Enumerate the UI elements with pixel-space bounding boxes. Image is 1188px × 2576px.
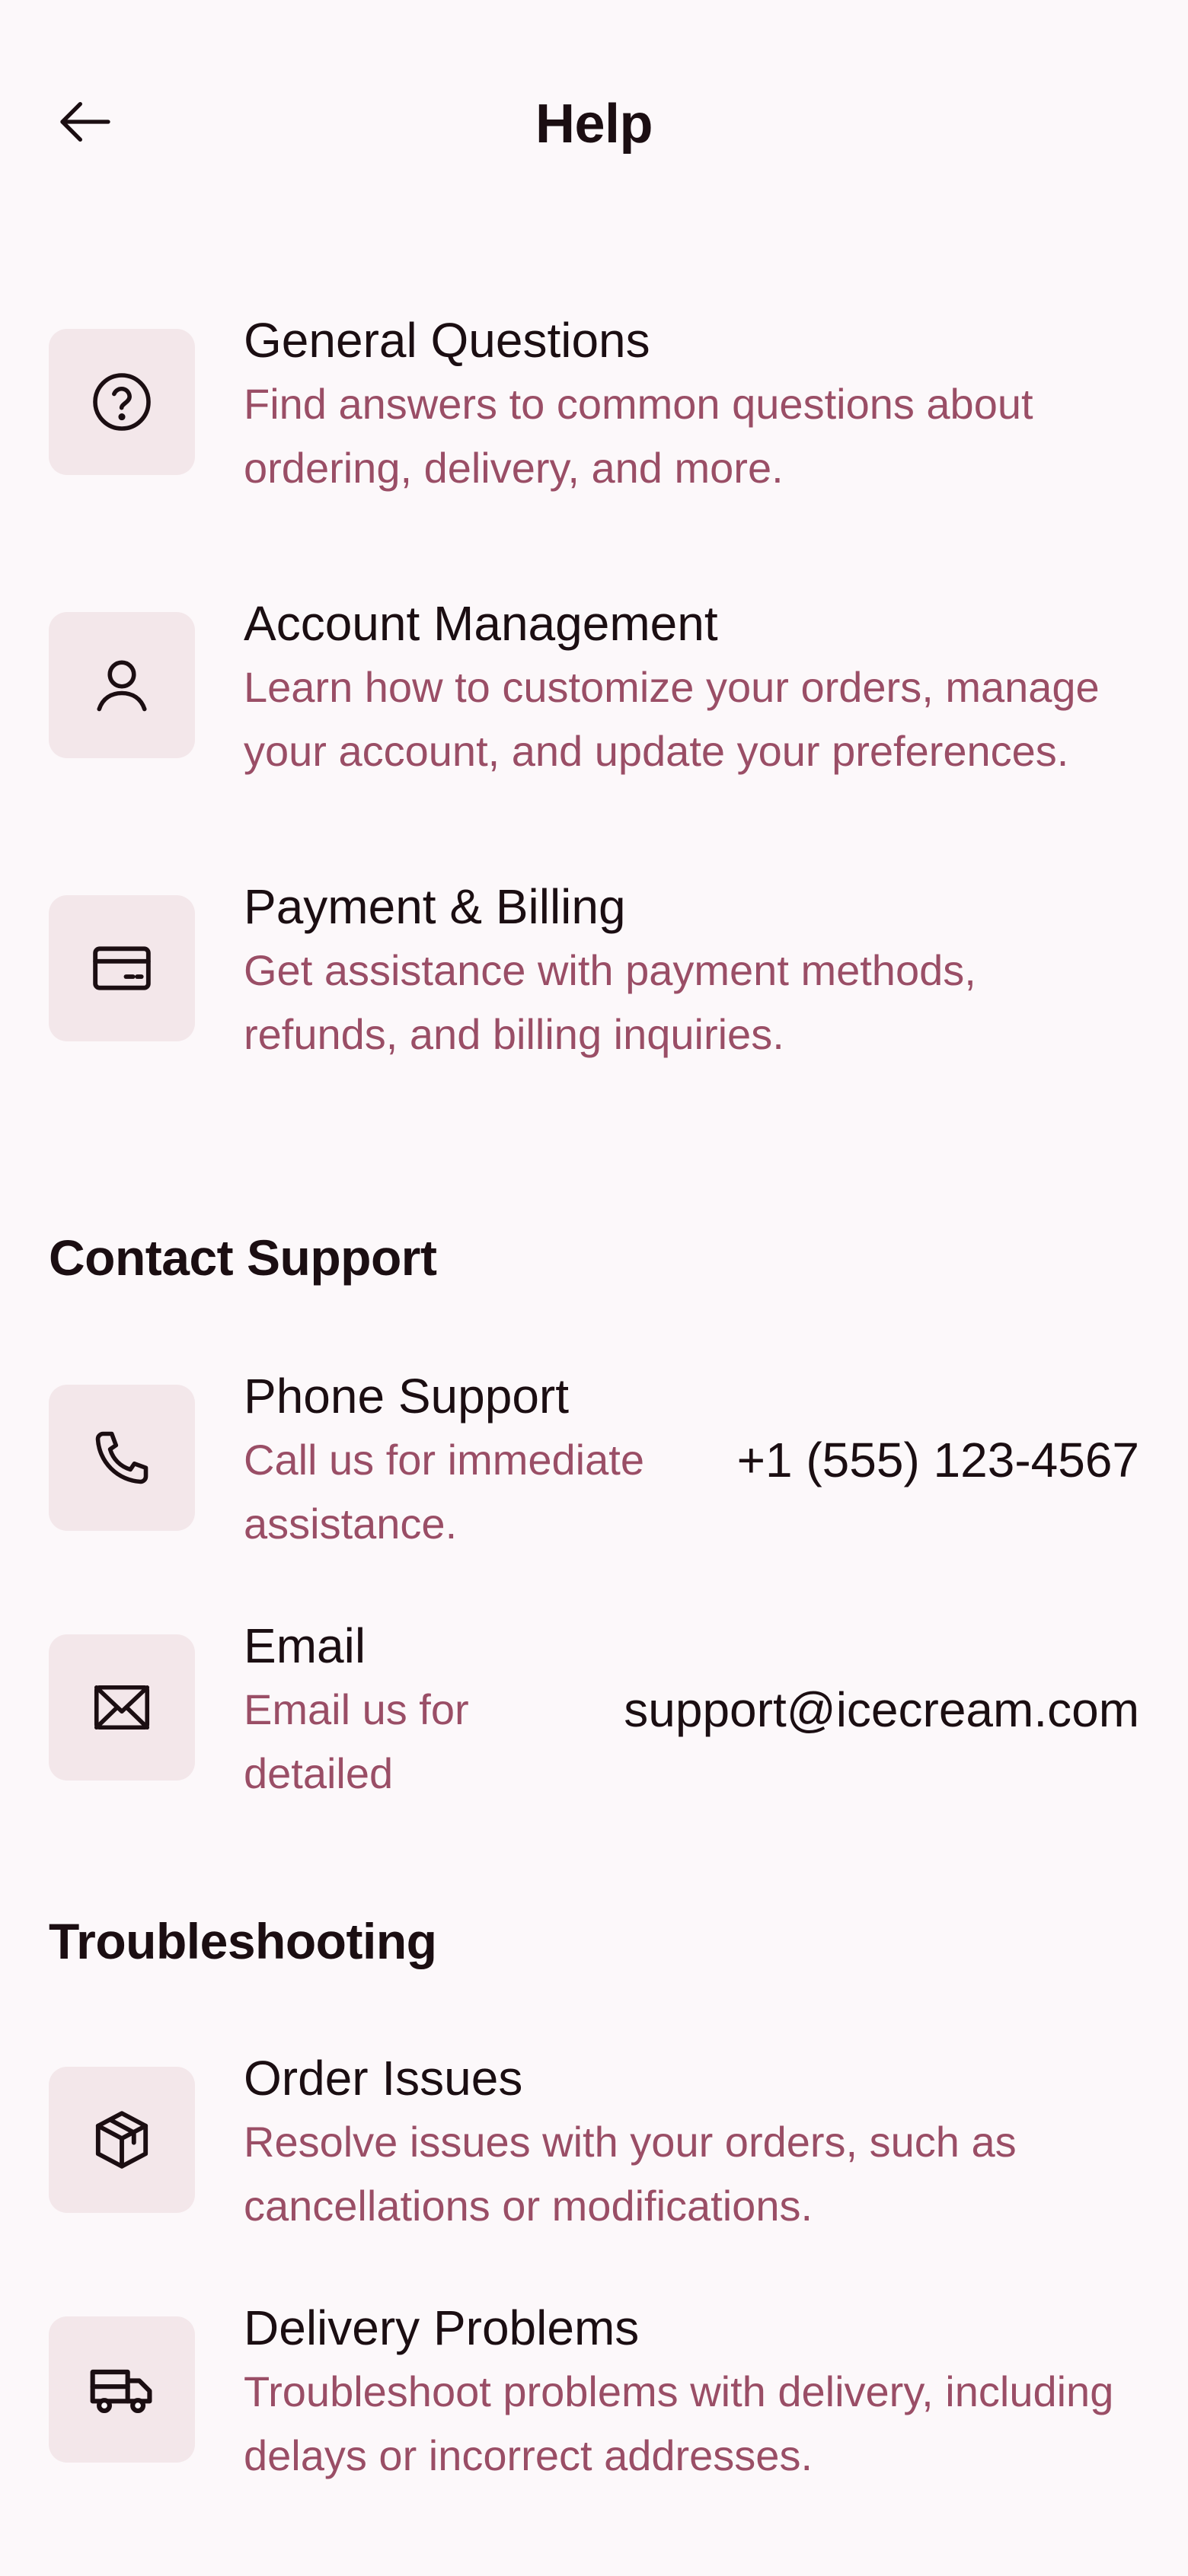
topic-description: Get assistance with payment methods, ref…	[244, 946, 976, 1058]
troubleshoot-title: Delivery Problems	[244, 2300, 640, 2355]
question-circle-icon	[90, 370, 154, 434]
help-topic-payment-billing[interactable]: Payment & Billing Get assistance with pa…	[49, 875, 1139, 1088]
top-app-bar: Help	[0, 0, 1188, 244]
icon-tile	[49, 895, 195, 1041]
troubleshoot-title: Order Issues	[244, 2051, 523, 2106]
troubleshooting-delivery-problems[interactable]: Delivery Problems Troubleshoot problems …	[49, 2296, 1139, 2509]
help-topic-account-management[interactable]: Account Management Learn how to customiz…	[49, 591, 1139, 805]
topic-title: Account Management	[244, 596, 718, 651]
phone-icon	[90, 1426, 154, 1490]
section-heading-contact-support: Contact Support	[49, 1229, 437, 1286]
icon-tile	[49, 2316, 195, 2463]
troubleshoot-description: Resolve issues with your orders, such as…	[244, 2118, 1017, 2230]
help-topic-general-questions[interactable]: General Questions Find answers to common…	[49, 308, 1139, 521]
page-title: Help	[535, 94, 653, 155]
mail-icon	[90, 1675, 154, 1739]
section-heading-troubleshooting: Troubleshooting	[49, 1913, 437, 1969]
topic-title: General Questions	[244, 313, 650, 368]
icon-tile	[49, 2067, 195, 2213]
icon-tile	[49, 329, 195, 475]
topic-title: Payment & Billing	[244, 879, 626, 934]
topic-description: Find answers to common questions about o…	[244, 380, 1033, 492]
credit-card-icon	[88, 935, 155, 1002]
icon-tile	[49, 1385, 195, 1531]
truck-icon	[87, 2354, 157, 2425]
topic-description: Learn how to customize your orders, mana…	[244, 663, 1100, 775]
user-icon	[90, 653, 154, 717]
contact-description: Email us for detailed	[244, 1685, 469, 1797]
email-address[interactable]: support@icecream.com	[624, 1678, 1139, 1742]
contact-description: Call us for immediate assistance.	[244, 1436, 644, 1548]
contact-title: Email	[244, 1618, 366, 1673]
contact-title: Phone Support	[244, 1369, 569, 1423]
icon-tile	[49, 612, 195, 758]
package-icon	[88, 2106, 155, 2173]
contact-email[interactable]: Email Email us for detailed support@icec…	[49, 1614, 1139, 1827]
troubleshooting-order-issues[interactable]: Order Issues Resolve issues with your or…	[49, 2046, 1139, 2259]
icon-tile	[49, 1634, 195, 1781]
troubleshoot-description: Troubleshoot problems with delivery, inc…	[244, 2367, 1114, 2479]
phone-number[interactable]: +1 (555) 123-4567	[737, 1428, 1139, 1492]
contact-phone-support[interactable]: Phone Support Call us for immediate assi…	[49, 1364, 1139, 1577]
